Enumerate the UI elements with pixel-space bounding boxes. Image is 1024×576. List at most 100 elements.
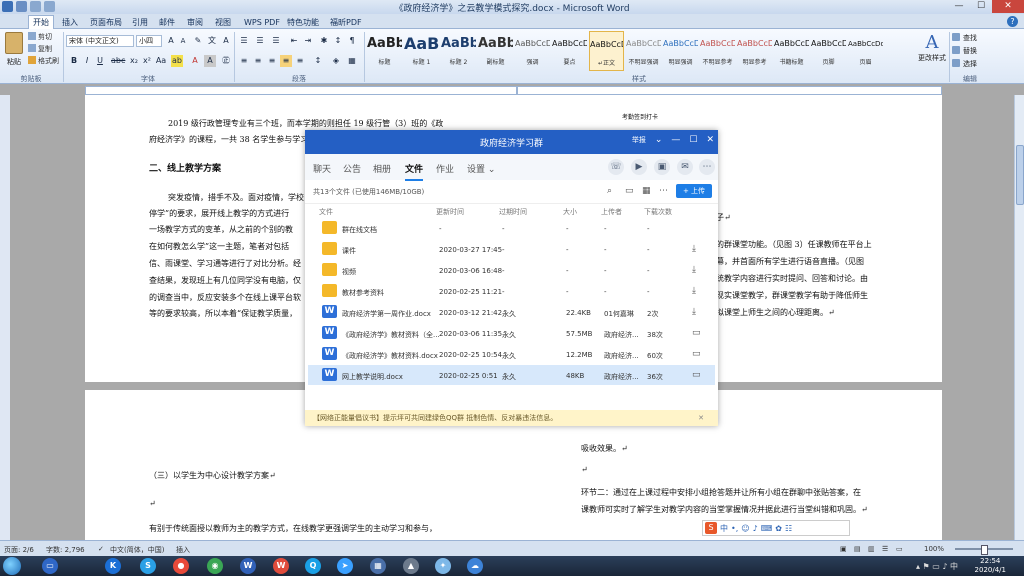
keyboard-icon[interactable]: ⌨: [761, 524, 773, 533]
menu-icon[interactable]: ☷: [785, 524, 792, 533]
file-row[interactable]: 教材参考资料 2020-02-25 11:21- - - - ⤓: [308, 281, 715, 301]
cut-button[interactable]: 剪切: [28, 31, 52, 43]
page-indicator[interactable]: 页面: 2/6: [4, 545, 34, 555]
file-row[interactable]: W 网上教学说明.docx 2020-02-25 0:51 永久 48KB 政府经济...…: [308, 365, 715, 385]
clear-format-icon[interactable]: ✎: [192, 35, 204, 47]
download-icon[interactable]: ⤓: [692, 265, 696, 275]
style-item[interactable]: AaBbCcDd 明显参考: [737, 31, 772, 71]
enclose-char-icon[interactable]: ㊣: [220, 55, 232, 67]
paste-button[interactable]: 粘贴: [3, 32, 25, 72]
wps-icon[interactable]: W: [273, 558, 289, 574]
zoom-level[interactable]: 100%: [924, 545, 944, 553]
sogou-logo-icon[interactable]: S: [705, 522, 717, 534]
tab-page-layout[interactable]: 页面布局: [86, 16, 126, 29]
decrease-indent-icon[interactable]: ⇤: [288, 35, 300, 47]
replace-button[interactable]: 替换: [952, 45, 977, 58]
full-screen-icon[interactable]: ▤: [854, 545, 861, 553]
close-button[interactable]: ✕: [992, 0, 1024, 13]
minimize-button[interactable]: —: [948, 0, 970, 13]
upload-button[interactable]: + 上传: [676, 184, 712, 198]
open-folder-icon[interactable]: ▭: [692, 370, 701, 380]
change-styles-button[interactable]: A 更改样式: [916, 32, 948, 63]
tab-review[interactable]: 审阅: [183, 16, 207, 29]
tab-home[interactable]: 开始: [28, 15, 54, 29]
align-right-icon[interactable]: ≡: [266, 55, 278, 67]
bold-icon[interactable]: B: [68, 55, 80, 67]
char-shading-icon[interactable]: A: [204, 55, 216, 67]
style-item[interactable]: AaBbC 标题: [367, 31, 402, 71]
download-icon[interactable]: ⤓: [692, 286, 696, 296]
qq-close-button[interactable]: ✕: [706, 135, 714, 145]
numbering-icon[interactable]: ☰: [254, 35, 266, 47]
distribute-icon[interactable]: ≡: [294, 55, 306, 67]
tab-wps-pdf[interactable]: WPS PDF: [240, 16, 284, 29]
shading-icon[interactable]: ◈: [330, 55, 342, 67]
phonetic-icon[interactable]: 文: [206, 35, 218, 47]
chinese-layout-icon[interactable]: ✱: [318, 35, 330, 47]
line-spacing-icon[interactable]: ↕: [312, 55, 324, 67]
style-item[interactable]: AaBb 副标题: [478, 31, 513, 71]
folder-view-icon[interactable]: ▭: [625, 186, 634, 196]
tab-references[interactable]: 引用: [128, 16, 152, 29]
horizontal-ruler-left[interactable]: [85, 86, 517, 95]
wechat-icon[interactable]: ◉: [207, 558, 223, 574]
bird-app-icon[interactable]: ✦: [435, 558, 451, 574]
col-updated[interactable]: 更新时间: [436, 207, 464, 217]
mic-icon[interactable]: ♪: [753, 524, 758, 533]
sort-icon[interactable]: ↕: [332, 35, 344, 47]
assignment-icon[interactable]: ✉: [677, 159, 693, 175]
format-painter-button[interactable]: 格式刷: [28, 55, 59, 67]
tab-features[interactable]: 特色功能: [283, 16, 323, 29]
tab-announcement[interactable]: 公告: [343, 162, 361, 175]
style-item[interactable]: AaBbCcDd 明显强调: [663, 31, 698, 71]
align-left-icon[interactable]: ≡: [238, 55, 250, 67]
horizontal-ruler-right[interactable]: [517, 86, 942, 95]
style-item[interactable]: AaBbCcDd 页脚: [811, 31, 846, 71]
scrollbar-thumb[interactable]: [1016, 145, 1024, 205]
align-center-icon[interactable]: ≡: [252, 55, 264, 67]
increase-indent-icon[interactable]: ⇥: [302, 35, 314, 47]
col-uploader[interactable]: 上传者: [601, 207, 622, 217]
qq-minimize-button[interactable]: —: [671, 135, 680, 145]
start-button[interactable]: [3, 557, 21, 575]
file-row[interactable]: 视频 2020-03-06 16:48- - - - ⤓: [308, 260, 715, 280]
tab-insert[interactable]: 插入: [58, 16, 82, 29]
file-row[interactable]: 课件 2020-03-27 17:45- - - - ⤓: [308, 239, 715, 259]
strikethrough-icon[interactable]: abc: [111, 55, 125, 67]
style-item[interactable]: AaBbCcDd 不明显参考: [700, 31, 735, 71]
tab-settings[interactable]: 设置 ⌄: [467, 162, 495, 175]
grid-view-icon[interactable]: ▦: [642, 186, 651, 196]
download-icon[interactable]: ⤓: [692, 244, 696, 254]
justify-icon[interactable]: ≡: [280, 55, 292, 67]
style-item[interactable]: AaBbCcDd 书籍标题: [774, 31, 809, 71]
col-size[interactable]: 大小: [563, 207, 577, 217]
clock[interactable]: 22:54 2020/4/1: [975, 557, 1006, 575]
phone-icon[interactable]: ☏: [608, 159, 624, 175]
tab-mailings[interactable]: 邮件: [155, 16, 179, 29]
show-marks-icon[interactable]: ¶: [346, 35, 358, 47]
col-file[interactable]: 文件: [319, 207, 333, 217]
font-size-select[interactable]: 小四: [136, 35, 162, 47]
print-layout-icon[interactable]: ▣: [840, 545, 847, 553]
web-layout-icon[interactable]: ▥: [868, 545, 875, 553]
style-item[interactable]: AaBbCcDdE 页眉: [848, 31, 883, 71]
italic-icon[interactable]: I: [81, 55, 93, 67]
draft-icon[interactable]: ▭: [896, 545, 903, 553]
underline-icon[interactable]: U: [94, 55, 106, 67]
chrome-icon[interactable]: ●: [173, 558, 189, 574]
tab-foxit-pdf[interactable]: 福昕PDF: [326, 16, 366, 29]
open-folder-icon[interactable]: ▭: [692, 328, 701, 338]
file-row[interactable]: W 《政府经济学》教材资料.docx 2020-02-25 10:54 永久 12.2M…: [308, 344, 715, 364]
photo-viewer-icon[interactable]: ▦: [370, 558, 386, 574]
tab-chat[interactable]: 聊天: [313, 162, 331, 175]
vertical-ruler[interactable]: [0, 95, 10, 540]
vertical-scrollbar[interactable]: [1014, 95, 1024, 540]
proofing-icon[interactable]: ✓: [98, 545, 104, 553]
select-button[interactable]: 选择: [952, 58, 977, 71]
style-item[interactable]: AaBbC 标题 2: [441, 31, 476, 71]
col-expire[interactable]: 过期时间: [499, 207, 527, 217]
superscript-icon[interactable]: x²: [141, 55, 153, 67]
word-count[interactable]: 字数: 2,796: [46, 545, 85, 555]
maximize-button[interactable]: ☐: [970, 0, 992, 13]
emoji-icon[interactable]: ☺: [741, 524, 749, 533]
